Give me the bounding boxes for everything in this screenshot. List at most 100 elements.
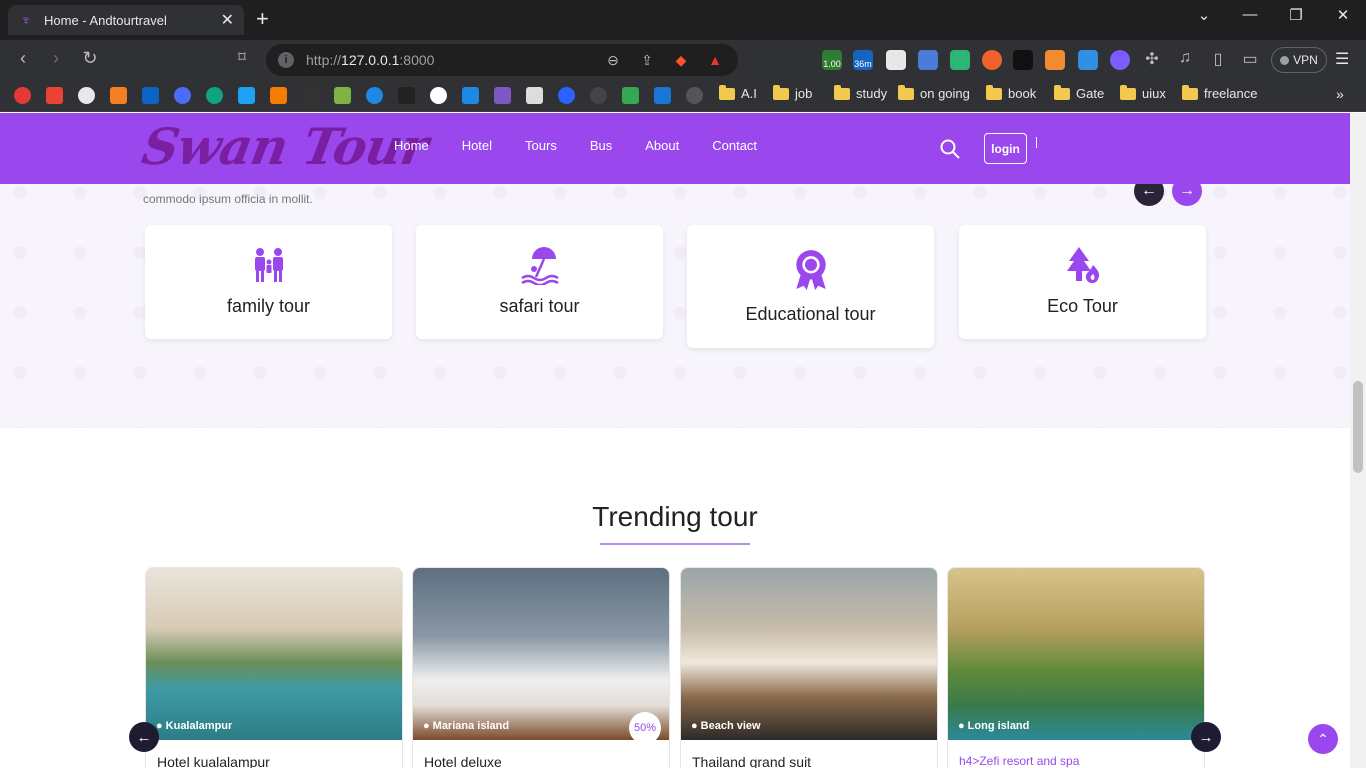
new-tab-button[interactable]: + <box>256 8 269 30</box>
stackoverflow-icon[interactable] <box>110 87 127 104</box>
category-card-safari[interactable]: safari tour <box>416 225 663 339</box>
folder-study[interactable]: study <box>834 84 887 101</box>
brave-rewards-icon[interactable]: ▲ <box>704 52 726 68</box>
folder-book[interactable]: book <box>986 84 1036 101</box>
nav-home[interactable]: Home <box>394 138 429 153</box>
search-icon[interactable] <box>940 139 960 159</box>
forward-icon[interactable]: › <box>44 48 68 69</box>
extensions-puzzle-icon[interactable]: ✣ <box>1140 49 1164 69</box>
bookmark-chart-icon[interactable] <box>334 87 351 104</box>
vpn-status-icon <box>1280 55 1290 65</box>
reload-icon[interactable]: ↻ <box>78 48 102 69</box>
tour-name: Hotel deluxe <box>424 754 502 768</box>
bookmark-swirl-icon[interactable] <box>686 87 703 104</box>
folder-freelance[interactable]: freelance <box>1182 84 1257 101</box>
tour-name: Hotel kualalampur <box>157 754 270 768</box>
folder-gate[interactable]: Gate <box>1054 84 1104 101</box>
wallet-icon[interactable]: ▭ <box>1238 49 1262 69</box>
bookmark-s-icon[interactable] <box>398 87 415 104</box>
folder-icon <box>719 84 735 100</box>
tour-image: ● Mariana island 50% <box>413 568 669 744</box>
bookmark-m-icon[interactable] <box>14 87 31 104</box>
media-music-icon[interactable]: ♫ <box>1173 49 1197 67</box>
extension-orange-icon[interactable] <box>982 50 1002 70</box>
category-card-educational[interactable]: Educational tour <box>687 225 934 348</box>
github-icon[interactable] <box>78 87 95 104</box>
bookmark-icon[interactable]: ⌑ <box>230 48 254 66</box>
category-card-eco[interactable]: Eco Tour <box>959 225 1206 339</box>
bookmark-c-icon[interactable] <box>366 87 383 104</box>
share-icon[interactable]: ⇪ <box>636 52 658 69</box>
site-header: Swan Tour Home Hotel Tours Bus About Con… <box>0 113 1350 184</box>
back-icon[interactable]: ‹ <box>11 48 35 69</box>
more-bookmarks-icon[interactable]: » <box>1336 86 1344 102</box>
sidebar-icon[interactable]: ▯ <box>1206 49 1230 69</box>
section-title: Trending tour <box>592 501 758 532</box>
bookmark-blue-icon[interactable] <box>174 87 191 104</box>
linkedin-icon[interactable] <box>142 87 159 104</box>
extension-pen-icon[interactable] <box>1045 50 1065 70</box>
bookmark-frame-icon[interactable] <box>526 87 543 104</box>
tab-close-icon[interactable]: ✕ <box>221 10 234 30</box>
tour-next-button[interactable]: → <box>1191 722 1221 752</box>
vpn-button[interactable]: VPN <box>1271 47 1327 73</box>
bookmark-is-icon[interactable] <box>462 87 479 104</box>
nav-contact[interactable]: Contact <box>712 138 757 153</box>
bookmark-openai-icon[interactable] <box>590 87 607 104</box>
bookmark-dark-icon[interactable] <box>302 87 319 104</box>
tour-card[interactable]: ● Kualalampur Hotel kualalampur <box>145 567 403 768</box>
bookmark-q-icon[interactable] <box>558 87 575 104</box>
google-drive-icon[interactable] <box>622 87 639 104</box>
bookmark-h-icon[interactable] <box>494 87 511 104</box>
site-logo[interactable]: Swan Tour <box>138 117 432 176</box>
bookmark-bird-icon[interactable] <box>238 87 255 104</box>
tour-card[interactable]: ● Beach view Thailand grand suit <box>680 567 938 768</box>
nav-hotel[interactable]: Hotel <box>462 138 492 153</box>
nav-bus[interactable]: Bus <box>590 138 612 153</box>
login-button[interactable]: login <box>984 133 1027 164</box>
minimize-button[interactable]: — <box>1238 6 1262 23</box>
back-to-top-button[interactable]: ⌃ <box>1308 724 1338 754</box>
nav-about[interactable]: About <box>645 138 679 153</box>
address-bar[interactable]: i http://127.0.0.1:8000 ⊖ ⇪ ◆ ▲ <box>266 44 738 76</box>
restore-button[interactable]: ❐ <box>1284 6 1308 24</box>
page-scrollbar[interactable] <box>1350 113 1366 768</box>
tour-location: ● Beach view <box>691 720 761 732</box>
browser-toolbar: ‹ › ↻ ⌑ i http://127.0.0.1:8000 ⊖ ⇪ ◆ ▲ … <box>0 40 1366 80</box>
extension-fi-icon[interactable] <box>1078 50 1098 70</box>
chatgpt-icon[interactable] <box>206 87 223 104</box>
tour-card[interactable]: ● Long island h4>Zefi resort and spa <box>947 567 1205 768</box>
extension-speed-icon[interactable]: 1.00 <box>822 50 842 70</box>
category-label: family tour <box>226 296 311 316</box>
extension-window-icon[interactable] <box>886 50 906 70</box>
scrollbar-thumb[interactable] <box>1353 381 1363 473</box>
site-info-icon[interactable]: i <box>278 52 294 68</box>
folder-uiux[interactable]: uiux <box>1120 84 1166 101</box>
browser-tab[interactable]: ♆ Home - Andtourtravel ✕ <box>8 5 244 35</box>
folder-job[interactable]: job <box>773 84 812 101</box>
map-pin-icon: ● <box>423 720 430 732</box>
bookmark-info-icon[interactable] <box>430 87 447 104</box>
translate-icon[interactable] <box>918 50 938 70</box>
extension-timer-icon[interactable]: 36m <box>853 50 873 70</box>
bookmark-k-icon[interactable] <box>654 87 671 104</box>
category-card-family[interactable]: family tour <box>145 225 392 339</box>
vpn-label: VPN <box>1293 53 1318 67</box>
extension-drop-icon[interactable] <box>1110 50 1130 70</box>
menu-icon[interactable]: ☰ <box>1335 49 1349 69</box>
tab-search-chevron-icon[interactable]: ⌄ <box>1192 6 1216 24</box>
nav-tours[interactable]: Tours <box>525 138 557 153</box>
tour-card[interactable]: ● Mariana island 50% Hotel deluxe <box>412 567 670 768</box>
brave-shield-icon[interactable]: ◆ <box>670 52 692 69</box>
folder-on-going[interactable]: on going <box>898 84 970 101</box>
bookmark-grid-icon[interactable] <box>270 87 287 104</box>
zoom-icon[interactable]: ⊖ <box>602 52 624 69</box>
gmail-icon[interactable] <box>46 87 63 104</box>
extension-dark-icon[interactable] <box>1013 50 1033 70</box>
extension-mail-icon[interactable] <box>950 50 970 70</box>
close-window-button[interactable]: ✕ <box>1331 6 1355 24</box>
tour-prev-button[interactable]: ← <box>129 722 159 752</box>
folder-ai[interactable]: A.I <box>719 84 757 101</box>
beach-umbrella-icon <box>520 247 559 287</box>
url-text: http://127.0.0.1:8000 <box>306 52 435 68</box>
